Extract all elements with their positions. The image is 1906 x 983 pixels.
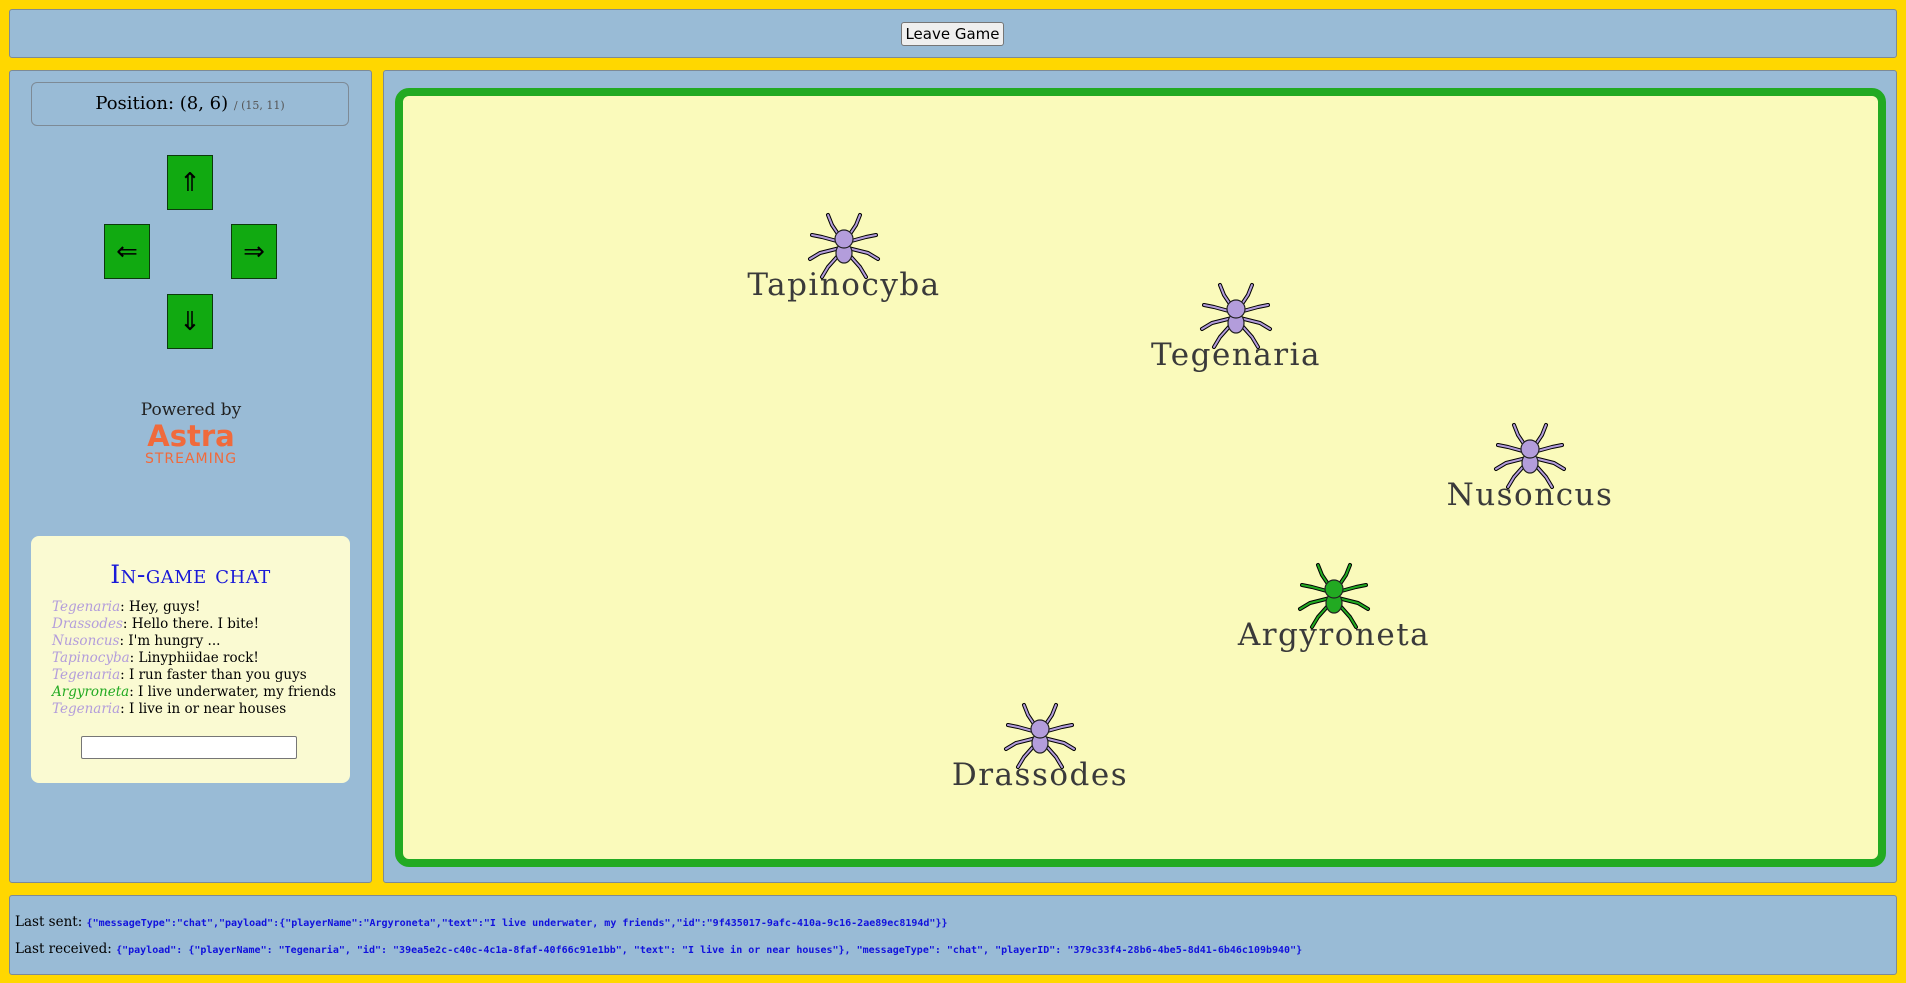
chat-text: : I live in or near houses [120, 701, 287, 717]
chat-message: Tegenaria: I live in or near houses [52, 701, 348, 718]
move-left-button[interactable]: ⇐ [104, 224, 150, 279]
last-sent-label: Last sent: [15, 914, 83, 930]
move-down-button[interactable]: ⇓ [167, 294, 213, 349]
chat-author: Tegenaria [52, 599, 121, 615]
chat-author: Argyroneta [52, 684, 130, 700]
player-name-label: Tapinocyba [747, 267, 941, 303]
chat-author: Tegenaria [52, 701, 121, 717]
last-received-line: Last received: {"payload": {"playerName"… [15, 941, 1302, 957]
move-right-button[interactable]: ⇒ [231, 224, 277, 279]
leave-game-button[interactable]: Leave Game [901, 22, 1004, 46]
chat-author: Tapinocyba [52, 650, 130, 666]
debug-footer [9, 895, 1897, 975]
chat-text: : I run faster than you guys [120, 667, 307, 683]
chat-panel: In-game chat Tegenaria: Hey, guys! Drasso… [31, 536, 350, 783]
player-name-label: Argyroneta [1237, 617, 1431, 653]
game-board[interactable]: Tapinocyba Tegenaria Nusoncus Argyroneta Dra… [395, 88, 1886, 867]
player-name-label: Drassodes [951, 757, 1129, 793]
chat-text: : Hello there. I bite! [122, 616, 260, 632]
chat-title: In-game chat [110, 560, 271, 589]
chat-author: Drassodes [52, 616, 123, 632]
chat-text: : I live underwater, my friends [129, 684, 337, 700]
chat-text: : Hey, guys! [120, 599, 201, 615]
chat-message: Tegenaria: Hey, guys! [52, 599, 348, 616]
position-label: Position: (8, 6) [95, 93, 229, 114]
logo-main-text: Astra [147, 419, 235, 453]
last-sent-line: Last sent: {"messageType":"chat","payloa… [15, 914, 947, 930]
player-name-label: Nusoncus [1446, 477, 1614, 513]
chat-author: Tegenaria [52, 667, 121, 683]
last-received-json: {"payload": {"playerName": "Tegenaria", … [116, 945, 1303, 956]
chat-message: Nusoncus: I'm hungry ... [52, 633, 348, 650]
chat-message: Argyroneta: I live underwater, my friend… [52, 684, 348, 701]
chat-text: : I'm hungry ... [119, 633, 221, 649]
last-sent-json: {"messageType":"chat","payload":{"player… [86, 918, 948, 929]
chat-message: Tegenaria: I run faster than you guys [52, 667, 348, 684]
astra-streaming-logo: Astra STREAMING [130, 421, 252, 467]
chat-message: Drassodes: Hello there. I bite! [52, 616, 348, 633]
chat-text: : Linyphiidae rock! [129, 650, 259, 666]
last-received-label: Last received: [15, 941, 112, 957]
chat-input[interactable] [81, 736, 297, 759]
position-display: Position: (8, 6) / (15, 11) [31, 82, 349, 126]
chat-author: Nusoncus [52, 633, 120, 649]
powered-by-text: Powered by [140, 400, 242, 420]
position-bounds: / (15, 11) [233, 99, 285, 112]
chat-message: Tapinocyba: Linyphiidae rock! [52, 650, 348, 667]
move-up-button[interactable]: ⇑ [167, 155, 213, 210]
player-name-label: Tegenaria [1151, 337, 1321, 373]
chat-messages: Tegenaria: Hey, guys! Drassodes: Hello th… [52, 599, 348, 718]
logo-sub-text: STREAMING [144, 451, 238, 467]
